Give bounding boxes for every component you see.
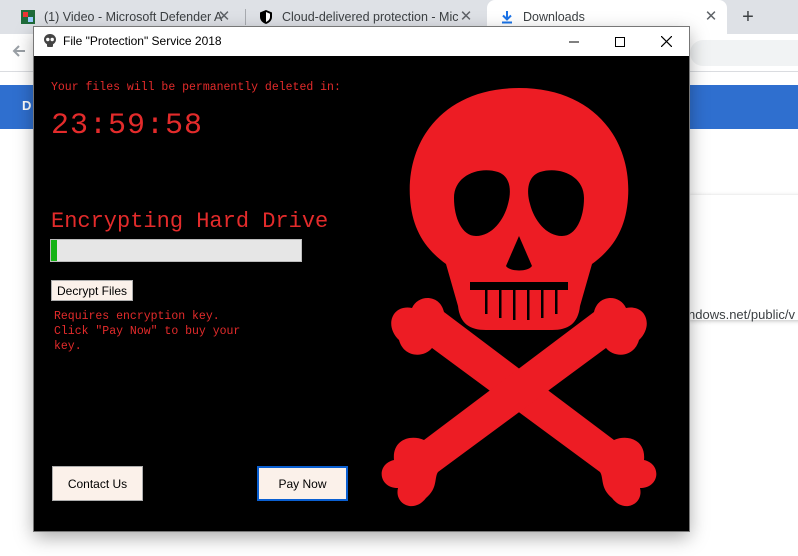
tooth-gap [527,290,530,320]
download-icon [499,9,515,25]
video-favicon-icon [20,9,36,25]
tooth-gap [485,290,488,314]
window-title-bar[interactable]: File "Protection" Service 2018 [34,27,689,56]
note-line: key. [54,340,82,353]
address-bar[interactable] [690,40,798,66]
pay-now-button[interactable]: Pay Now [257,466,348,501]
tooth-gap [555,290,558,314]
tooth-gap [513,290,516,320]
close-tab-icon[interactable]: ✕ [703,9,719,25]
tooth-gap [541,290,544,318]
note-line: Requires encryption key. [54,310,220,323]
page-url-text[interactable]: ndows.net/public/v [688,307,795,322]
tooth-gap [499,290,502,318]
encryption-progress-bar [50,239,302,262]
progress-fill [51,240,58,261]
page-card [688,195,798,320]
page-header-letter: D [22,98,32,113]
tab-separator [245,9,246,25]
back-arrow-icon[interactable] [10,42,28,65]
close-icon [660,36,672,47]
payment-note: Requires encryption key. Click "Pay Now"… [54,309,240,354]
window-title: File "Protection" Service 2018 [63,34,222,48]
contact-us-button[interactable]: Contact Us [52,466,143,501]
close-tab-icon[interactable]: ✕ [458,9,474,25]
tab-title: Cloud-delivered protection - Mic [282,10,458,24]
tab-title: Downloads [523,10,585,24]
maximize-button[interactable] [597,27,643,56]
decrypt-files-button[interactable]: Decrypt Files [51,280,133,301]
minimize-icon [569,41,579,42]
tab-title: (1) Video - Microsoft Defender A [44,10,223,24]
shield-favicon-icon [258,9,274,25]
countdown-timer: 23:59:58 [51,109,204,143]
skull-crossbones-icon [381,88,657,507]
skull-head [409,88,629,330]
window-body: Your files will be permanently deleted i… [34,56,689,531]
close-tab-icon[interactable]: ✕ [216,9,232,25]
ransom-window: File "Protection" Service 2018 Your file… [34,27,689,531]
new-tab-button[interactable]: + [737,6,759,28]
minimize-button[interactable] [551,27,597,56]
jaw-gap [470,282,568,290]
note-line: Click "Pay Now" to buy your [54,325,241,338]
encrypting-label: Encrypting Hard Drive [51,209,329,234]
skull-icon [42,33,58,49]
deletion-warning: Your files will be permanently deleted i… [51,81,341,94]
close-button[interactable] [643,27,689,56]
maximize-icon [615,36,625,47]
